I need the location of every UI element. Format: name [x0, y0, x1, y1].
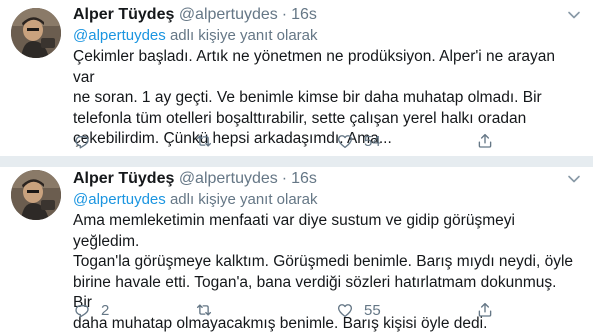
reply-mention-link[interactable]: @alpertuydes [73, 191, 166, 208]
tweet[interactable]: Alper Tüydeş @alpertuydes·16s @alpertuyd… [0, 167, 593, 321]
reply-button[interactable] [73, 131, 101, 151]
reply-icon [73, 132, 91, 150]
reply-button[interactable]: 2 [73, 300, 109, 320]
tweet-header: Alper Tüydeş @alpertuydes·16s [73, 5, 317, 25]
timestamp[interactable]: 16s [291, 6, 317, 23]
reply-context: @alpertuydes adlı kişiye yanıt olarak [73, 27, 318, 45]
retweet-icon [195, 301, 213, 319]
reply-context-label: adlı kişiye yanıt olarak [170, 27, 318, 44]
tweet-text-line: Ama memleketimin menfaati var diye sustu… [73, 211, 578, 252]
author-name[interactable]: Alper Tüydeş [73, 6, 174, 23]
like-button[interactable]: 54 [336, 131, 381, 151]
like-count: 54 [364, 133, 381, 150]
share-icon [476, 301, 494, 319]
retweet-icon [195, 132, 213, 150]
chevron-down-icon[interactable] [567, 172, 581, 186]
heart-icon [336, 301, 354, 319]
reply-context: @alpertuydes adlı kişiye yanıt olarak [73, 191, 318, 209]
like-button[interactable]: 55 [336, 300, 381, 320]
tweet-text-line: Togan'la görüşmeye kalktım. Görüşmedi be… [73, 252, 578, 273]
retweet-button[interactable] [195, 300, 223, 320]
reply-count: 2 [101, 302, 109, 319]
share-icon [476, 132, 494, 150]
separator-dot: · [282, 6, 287, 23]
avatar[interactable] [11, 170, 61, 220]
heart-icon [336, 132, 354, 150]
tweet[interactable]: Alper Tüydeş @alpertuydes·16s @alpertuyd… [0, 0, 593, 157]
author-handle[interactable]: @alpertuydes [179, 6, 278, 23]
separator-dot: · [282, 170, 287, 187]
author-name[interactable]: Alper Tüydeş [73, 170, 174, 187]
reply-mention-link[interactable]: @alpertuydes [73, 27, 166, 44]
reply-context-label: adlı kişiye yanıt olarak [170, 191, 318, 208]
tweet-actions: 54 [73, 131, 553, 151]
tweet-text-line: ne soran. 1 ay geçti. Ve benimle kimse b… [73, 88, 578, 109]
like-count: 55 [364, 302, 381, 319]
tweet-text-line: Çekimler başladı. Artık ne yönetmen ne p… [73, 47, 578, 88]
reply-icon [73, 301, 91, 319]
tweet-actions: 2 55 [73, 300, 553, 320]
tweet-text-line: telefonla tüm otelleri boşalttırabilir, … [73, 109, 578, 130]
share-button[interactable] [476, 300, 494, 320]
author-handle[interactable]: @alpertuydes [179, 170, 278, 187]
retweet-button[interactable] [195, 131, 223, 151]
tweet-divider [0, 157, 593, 167]
avatar[interactable] [11, 8, 61, 58]
share-button[interactable] [476, 131, 494, 151]
timestamp[interactable]: 16s [291, 170, 317, 187]
chevron-down-icon[interactable] [567, 8, 581, 22]
tweet-header: Alper Tüydeş @alpertuydes·16s [73, 169, 317, 189]
